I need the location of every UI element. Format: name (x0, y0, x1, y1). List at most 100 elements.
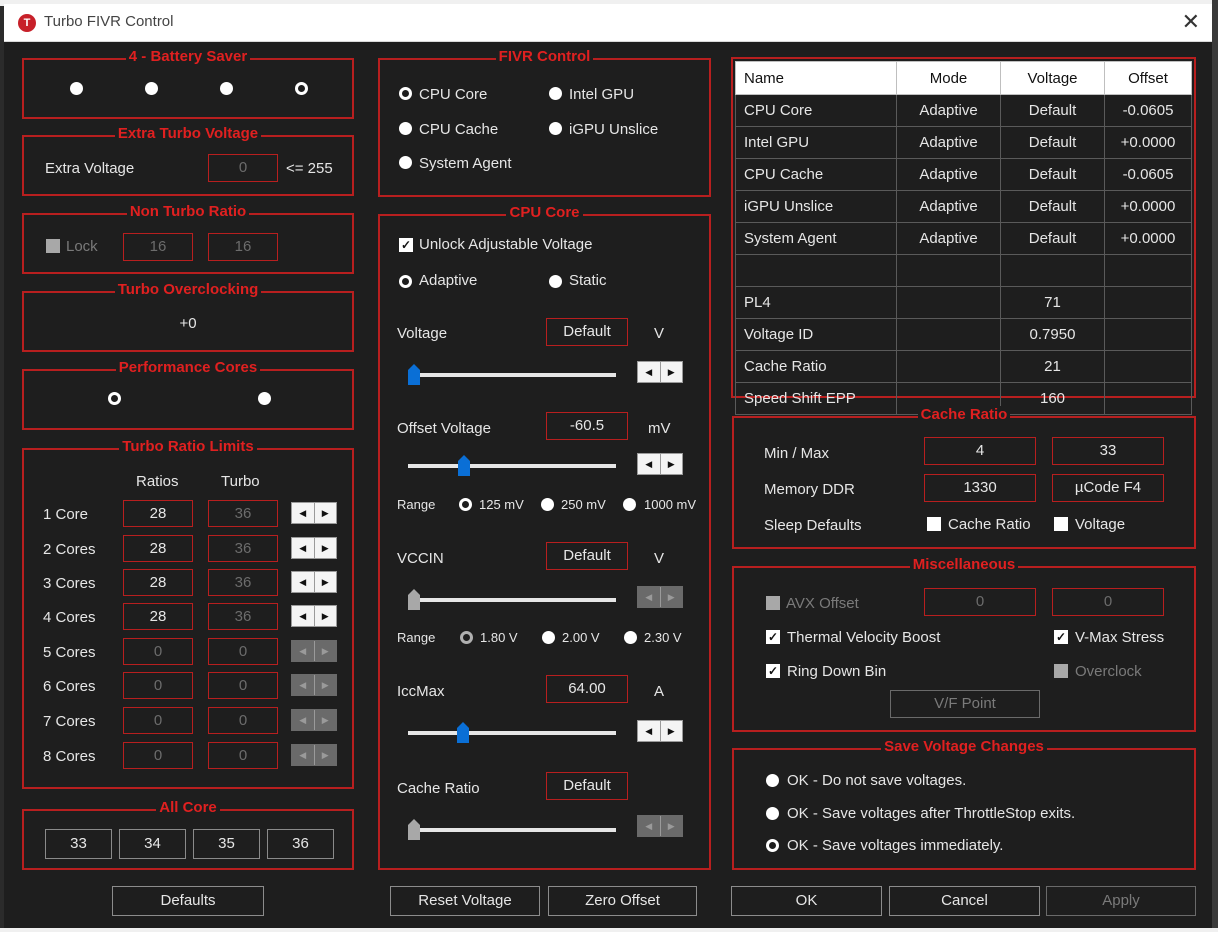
ucode-field[interactable]: µCode F4 (1052, 474, 1164, 502)
fivr-radio-system-agent[interactable] (399, 156, 412, 169)
ratio-field[interactable]: 0 (123, 638, 193, 665)
iccmax-slider-thumb[interactable] (456, 722, 470, 744)
zero-offset-button[interactable]: Zero Offset (548, 886, 697, 916)
vccin-slider-track[interactable] (408, 598, 616, 602)
offset-range-radio-125[interactable] (459, 498, 472, 511)
vccin-field[interactable]: Default (546, 542, 628, 570)
battery-radio-2[interactable] (145, 82, 158, 95)
turbo-field[interactable]: 36 (208, 603, 278, 630)
all-core-value-3[interactable]: 35 (193, 829, 260, 859)
offset-range-radio-1000[interactable] (623, 498, 636, 511)
spin-left-icon[interactable]: ◀ (292, 745, 315, 765)
vccin-range-radio-180[interactable] (460, 631, 473, 644)
voltage-slider-thumb[interactable] (407, 364, 421, 386)
iccmax-spinner[interactable]: ◀ ▶ (637, 720, 683, 742)
mode-static-radio[interactable] (549, 275, 562, 288)
cancel-button[interactable]: Cancel (889, 886, 1040, 916)
vccin-range-radio-200[interactable] (542, 631, 555, 644)
all-core-value-4[interactable]: 36 (267, 829, 334, 859)
spin-left-icon[interactable]: ◀ (638, 362, 661, 382)
spin-right-icon[interactable]: ▶ (661, 587, 683, 607)
spin-right-icon[interactable]: ▶ (315, 572, 337, 592)
non-turbo-field-1[interactable]: 16 (123, 233, 193, 261)
mode-adaptive-radio[interactable] (399, 275, 412, 288)
vmax-stress-checkbox[interactable]: ✓ (1054, 630, 1068, 644)
unlock-voltage-checkbox[interactable]: ✓ (399, 238, 413, 252)
iccmax-field[interactable]: 64.00 (546, 675, 628, 703)
spin-left-icon[interactable]: ◀ (638, 587, 661, 607)
spin-right-icon[interactable]: ▶ (661, 454, 683, 474)
ratio-field[interactable]: 0 (123, 707, 193, 734)
fivr-radio-intel-gpu[interactable] (549, 87, 562, 100)
fivr-radio-igpu-unslice[interactable] (549, 122, 562, 135)
ratio-field[interactable]: 28 (123, 535, 193, 562)
offset-slider-thumb[interactable] (457, 455, 471, 477)
spin-left-icon[interactable]: ◀ (638, 816, 661, 836)
turbo-field[interactable]: 36 (208, 569, 278, 596)
battery-radio-3[interactable] (220, 82, 233, 95)
ratio-field[interactable]: 0 (123, 742, 193, 769)
overclock-checkbox[interactable] (1054, 664, 1068, 678)
reset-voltage-button[interactable]: Reset Voltage (390, 886, 540, 916)
cache-ratio-slider-thumb[interactable] (407, 819, 421, 841)
turbo-field[interactable]: 0 (208, 638, 278, 665)
extra-voltage-field[interactable]: 0 (208, 154, 278, 182)
avx-offset-checkbox[interactable] (766, 596, 780, 610)
offset-spinner[interactable]: ◀ ▶ (637, 453, 683, 475)
spin-left-icon[interactable]: ◀ (292, 503, 315, 523)
sleep-voltage-checkbox[interactable] (1054, 517, 1068, 531)
ratio-spinner[interactable]: ◀ ▶ (291, 502, 337, 524)
save-radio-do-not-save[interactable] (766, 774, 779, 787)
avx-offset-field-1[interactable]: 0 (924, 588, 1036, 616)
iccmax-slider-track[interactable] (408, 731, 616, 735)
spin-right-icon[interactable]: ▶ (661, 816, 683, 836)
spin-right-icon[interactable]: ▶ (315, 710, 337, 730)
memory-ddr-field[interactable]: 1330 (924, 474, 1036, 502)
cache-min-field[interactable]: 4 (924, 437, 1036, 465)
spin-right-icon[interactable]: ▶ (315, 641, 337, 661)
sleep-cache-checkbox[interactable] (927, 517, 941, 531)
turbo-field[interactable]: 0 (208, 742, 278, 769)
save-radio-immediately[interactable] (766, 839, 779, 852)
turbo-field[interactable]: 0 (208, 672, 278, 699)
ratio-spinner[interactable]: ◀ ▶ (291, 605, 337, 627)
ring-down-bin-checkbox[interactable]: ✓ (766, 664, 780, 678)
avx-offset-field-2[interactable]: 0 (1052, 588, 1164, 616)
ratio-spinner[interactable]: ◀ ▶ (291, 744, 337, 766)
spin-left-icon[interactable]: ◀ (638, 454, 661, 474)
spin-left-icon[interactable]: ◀ (292, 606, 315, 626)
battery-radio-1[interactable] (70, 82, 83, 95)
ratio-spinner[interactable]: ◀ ▶ (291, 640, 337, 662)
turbo-field[interactable]: 36 (208, 500, 278, 527)
spin-right-icon[interactable]: ▶ (315, 538, 337, 558)
non-turbo-field-2[interactable]: 16 (208, 233, 278, 261)
tvb-checkbox[interactable]: ✓ (766, 630, 780, 644)
fivr-radio-cpu-core[interactable] (399, 87, 412, 100)
offset-slider-track[interactable] (408, 464, 616, 468)
spin-left-icon[interactable]: ◀ (638, 721, 661, 741)
voltage-field[interactable]: Default (546, 318, 628, 346)
ratio-spinner[interactable]: ◀ ▶ (291, 674, 337, 696)
perf-cores-radio-2[interactable] (258, 392, 271, 405)
all-core-value-2[interactable]: 34 (119, 829, 186, 859)
spin-left-icon[interactable]: ◀ (292, 572, 315, 592)
ratio-field[interactable]: 28 (123, 569, 193, 596)
fivr-radio-cpu-cache[interactable] (399, 122, 412, 135)
spin-left-icon[interactable]: ◀ (292, 675, 315, 695)
vccin-range-radio-230[interactable] (624, 631, 637, 644)
turbo-field[interactable]: 0 (208, 707, 278, 734)
spin-right-icon[interactable]: ▶ (661, 721, 683, 741)
offset-range-radio-250[interactable] (541, 498, 554, 511)
spin-right-icon[interactable]: ▶ (315, 503, 337, 523)
cache-max-field[interactable]: 33 (1052, 437, 1164, 465)
save-radio-after-exit[interactable] (766, 807, 779, 820)
turbo-field[interactable]: 36 (208, 535, 278, 562)
ratio-spinner[interactable]: ◀ ▶ (291, 571, 337, 593)
battery-radio-4[interactable] (295, 82, 308, 95)
voltage-slider-track[interactable] (408, 373, 616, 377)
vccin-spinner[interactable]: ◀ ▶ (637, 586, 683, 608)
ok-button[interactable]: OK (731, 886, 882, 916)
ratio-field[interactable]: 0 (123, 672, 193, 699)
ratio-spinner[interactable]: ◀ ▶ (291, 709, 337, 731)
voltage-spinner[interactable]: ◀ ▶ (637, 361, 683, 383)
